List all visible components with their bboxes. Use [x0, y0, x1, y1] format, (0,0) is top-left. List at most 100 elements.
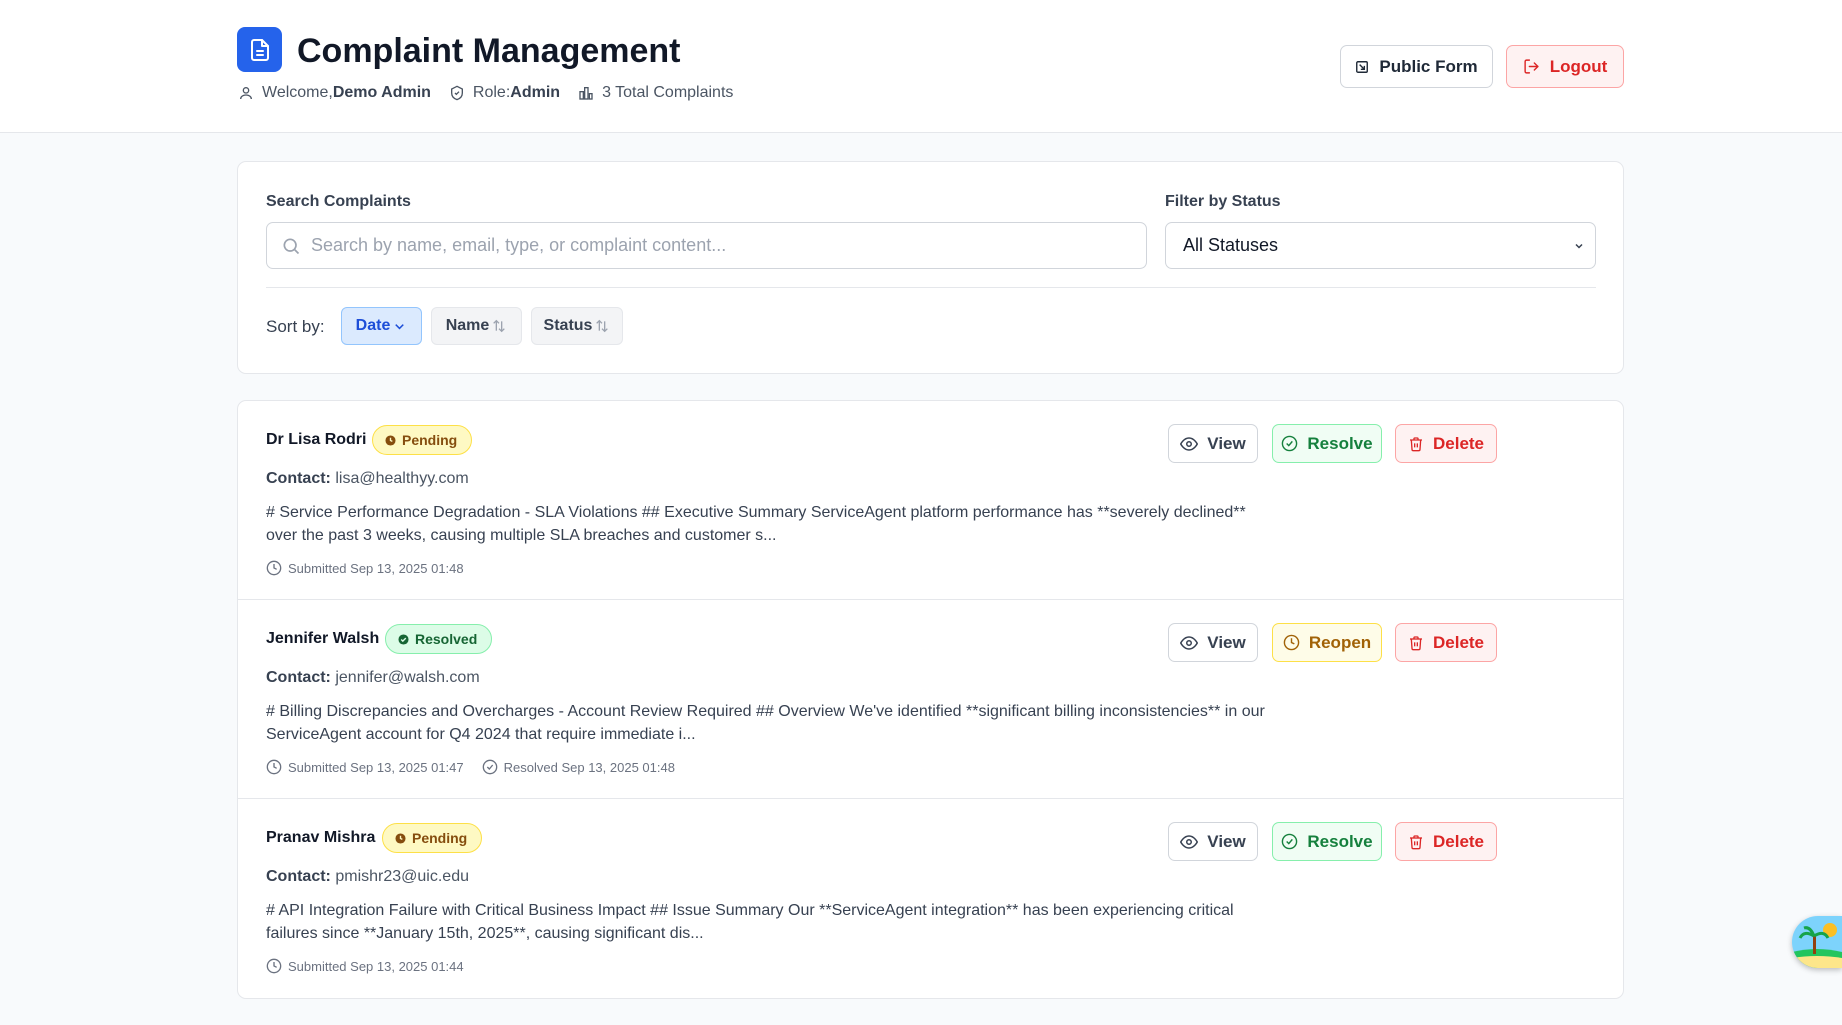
sort-status-label: Status: [543, 317, 593, 334]
user-name: Demo Admin: [332, 84, 431, 101]
submitted-date: Submitted Sep 13, 2025 01:48: [266, 560, 464, 576]
shield-icon: [450, 85, 463, 101]
sort-name-label: Name: [445, 317, 490, 334]
submitted-date: Submitted Sep 13, 2025 01:47: [266, 759, 464, 775]
submitted-date: Submitted Sep 13, 2025 01:44: [266, 958, 464, 974]
contact-email: jennifer@walsh.com: [335, 669, 480, 686]
complainant-name: Jennifer Walsh: [266, 630, 380, 647]
filter-panel: Search Complaints Filter by Status All S…: [237, 161, 1624, 374]
user-icon: [240, 87, 252, 100]
document-icon: [237, 27, 282, 72]
status-badge: Pending: [382, 823, 483, 853]
external-link-icon: [1356, 60, 1369, 73]
delete-label: Delete: [1432, 632, 1485, 652]
delete-button[interactable]: Delete: [1395, 822, 1497, 861]
status-select[interactable]: All Statuses: [1165, 222, 1596, 269]
complainant-name: Dr Lisa Rodri: [266, 431, 367, 448]
delete-label: Delete: [1432, 433, 1485, 453]
contact-label: Contact:: [266, 868, 331, 885]
complaint-row: Dr Lisa Rodri Pending Contact: lisa@heal…: [238, 401, 1623, 600]
sort-by-date-button[interactable]: Date: [341, 307, 422, 345]
app-header: Complaint Management Welcome, Demo Admin …: [0, 0, 1842, 133]
contact-label: Contact:: [266, 470, 331, 487]
complaint-row: Jennifer Walsh Resolved Contact: jennife…: [238, 600, 1623, 799]
welcome-prefix: Welcome,: [262, 84, 333, 101]
submitted-text: Submitted Sep 13, 2025 01:44: [288, 958, 464, 974]
eye-icon: [1180, 436, 1199, 451]
clock-icon: [385, 434, 396, 446]
resolve-button[interactable]: Resolve: [1272, 424, 1382, 463]
clock-icon: [266, 560, 282, 576]
total-info: 3 Total Complaints: [578, 84, 733, 102]
contact-line: Contact: lisa@healthyy.com: [266, 470, 469, 488]
chevron-down-icon: [395, 323, 405, 329]
logout-icon: [1524, 59, 1539, 74]
public-form-button[interactable]: Public Form: [1340, 45, 1493, 88]
header-meta: Welcome, Demo Admin Role: Admin 3 Total Co…: [238, 83, 751, 103]
view-button[interactable]: View: [1168, 424, 1258, 463]
contact-email: pmishr23@uic.edu: [335, 868, 469, 885]
view-button[interactable]: View: [1168, 623, 1258, 662]
search-input[interactable]: [311, 235, 1131, 256]
chart-icon: [579, 87, 593, 100]
check-circle-icon: [1282, 833, 1298, 850]
resolved-text: Resolved Sep 13, 2025 01:48: [503, 759, 675, 775]
resolved-date: Resolved Sep 13, 2025 01:48: [482, 759, 675, 775]
status-select-value: All Statuses: [1183, 235, 1279, 255]
complaint-row: Pranav Mishra Pending Contact: pmishr23@…: [238, 799, 1623, 998]
reopen-label: Reopen: [1308, 632, 1372, 652]
status-badge: Pending: [372, 425, 473, 455]
status-badge-label: Pending: [412, 830, 468, 846]
check-circle-icon: [482, 759, 497, 775]
logout-label: Logout: [1549, 56, 1608, 76]
role-prefix: Role:: [472, 84, 511, 101]
eye-icon: [1180, 834, 1199, 849]
divider: [266, 287, 1596, 288]
submitted-text: Submitted Sep 13, 2025 01:47: [288, 759, 464, 775]
resolve-label: Resolve: [1307, 433, 1373, 453]
complaint-dates: Submitted Sep 13, 2025 01:48: [266, 560, 482, 576]
search-icon: [283, 238, 300, 254]
delete-label: Delete: [1432, 831, 1485, 851]
eye-icon: [1180, 635, 1199, 650]
role-value: Admin: [510, 84, 561, 101]
view-label: View: [1207, 632, 1246, 652]
delete-button[interactable]: Delete: [1395, 623, 1497, 662]
search-label: Search Complaints: [266, 193, 411, 210]
search-field[interactable]: [266, 222, 1147, 269]
sort-label: Sort by:: [266, 317, 325, 336]
complaint-excerpt: # Billing Discrepancies and Overcharges …: [266, 703, 1265, 743]
logout-button[interactable]: Logout: [1506, 45, 1624, 88]
sort-by-name-button[interactable]: Name: [431, 307, 522, 345]
contact-line: Contact: pmishr23@uic.edu: [266, 868, 469, 886]
assistant-avatar[interactable]: [1792, 916, 1842, 968]
view-button[interactable]: View: [1168, 822, 1258, 861]
complaint-excerpt: # API Integration Failure with Critical …: [266, 902, 1234, 942]
page-title: Complaint Management: [297, 32, 681, 70]
clock-icon: [266, 759, 282, 775]
delete-button[interactable]: Delete: [1395, 424, 1497, 463]
contact-email: lisa@healthyy.com: [335, 470, 469, 487]
public-form-label: Public Form: [1379, 56, 1478, 76]
trash-icon: [1409, 436, 1422, 451]
contact-line: Contact: jennifer@walsh.com: [266, 669, 480, 687]
beach-avatar-icon: [1792, 916, 1842, 968]
complainant-name: Pranav Mishra: [266, 829, 376, 846]
contact-label: Contact:: [266, 669, 331, 686]
total-complaints: 3 Total Complaints: [602, 84, 734, 101]
complaint-dates: Submitted Sep 13, 2025 01:47 Resolved Se…: [266, 759, 693, 775]
sort-by-status-button[interactable]: Status: [531, 307, 623, 345]
sort-icon: [596, 319, 609, 333]
complaint-dates: Submitted Sep 13, 2025 01:44: [266, 958, 482, 974]
welcome-info: Welcome, Demo Admin: [238, 84, 431, 102]
status-badge-label: Resolved: [415, 631, 478, 647]
check-circle-icon: [398, 633, 409, 645]
clock-icon: [266, 958, 282, 974]
status-badge-label: Pending: [402, 432, 458, 448]
resolve-button[interactable]: Resolve: [1272, 822, 1382, 861]
sort-date-label: Date: [355, 317, 391, 334]
view-label: View: [1207, 433, 1246, 453]
clock-icon: [395, 832, 406, 844]
reopen-button[interactable]: Reopen: [1272, 623, 1382, 662]
complaint-list: Dr Lisa Rodri Pending Contact: lisa@heal…: [237, 400, 1624, 999]
